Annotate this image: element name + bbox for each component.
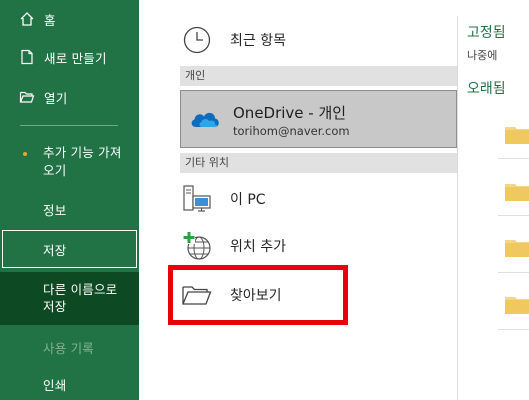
pinned-hint: 나중에 <box>467 49 498 62</box>
nav-new-label: 새로 만들기 <box>44 50 107 66</box>
recent-folders-panel: 고정됨 나중에 오래됨 <box>458 0 529 400</box>
onedrive-cloud-icon <box>189 108 221 134</box>
nav-save-as-label: 다른 이름으로 저장 <box>43 282 118 314</box>
new-document-icon <box>18 48 36 66</box>
older-title: 오래됨 <box>467 81 506 97</box>
location-browse[interactable]: 찾아보기 <box>180 278 282 312</box>
folder-icon[interactable] <box>505 181 529 201</box>
nav-open[interactable]: 열기 <box>0 86 139 108</box>
folder-row-divider <box>498 215 529 216</box>
this-pc-icon <box>180 182 214 216</box>
onedrive-title: OneDrive - 개인 <box>233 104 347 122</box>
location-this-pc[interactable]: 이 PC <box>180 182 266 216</box>
folder-row-divider <box>498 329 529 330</box>
home-icon <box>18 10 36 28</box>
nav-history: 사용 기록 <box>0 336 139 358</box>
nav-save[interactable]: 저장 <box>0 238 139 260</box>
folder-row-divider <box>498 158 529 159</box>
nav-home[interactable]: 홈 <box>0 8 139 30</box>
location-recent[interactable]: 최근 항목 <box>180 23 286 57</box>
folder-icon[interactable] <box>505 237 529 257</box>
nav-save-as[interactable]: 다른 이름으로 저장 <box>0 280 130 316</box>
nav-info[interactable]: 정보 <box>0 198 139 220</box>
location-recent-label: 최근 항목 <box>230 33 286 49</box>
folder-browse-icon <box>180 278 214 312</box>
location-add-place[interactable]: 위치 추가 <box>180 229 286 263</box>
onedrive-account: torihom@naver.com <box>233 124 350 138</box>
location-browse-label: 찾아보기 <box>230 288 282 304</box>
nav-get-addins[interactable]: 추가 기능 가져오기 <box>0 144 128 180</box>
section-other-locations: 기타 위치 <box>180 153 457 173</box>
pinned-title: 고정됨 <box>467 25 506 41</box>
location-onedrive[interactable]: OneDrive - 개인 torihom@naver.com <box>180 90 457 148</box>
section-personal: 개인 <box>180 66 457 86</box>
nav-separator <box>20 125 118 126</box>
nav-print-label: 인쇄 <box>43 377 67 393</box>
folder-icon[interactable] <box>505 294 529 314</box>
nav-open-label: 열기 <box>44 90 68 106</box>
folder-open-icon <box>18 88 36 106</box>
clock-icon <box>180 23 214 57</box>
backstage-nav: 홈 새로 만들기 열기 추가 기능 가져오기 정보 저장 다른 이름으로 저장 … <box>0 0 139 400</box>
save-locations-panel: 최근 항목 개인 OneDrive - 개인 torihom@naver.com… <box>139 0 459 400</box>
folder-icon[interactable] <box>505 124 529 144</box>
nav-print[interactable]: 인쇄 <box>0 373 139 395</box>
nav-new[interactable]: 새로 만들기 <box>0 46 139 68</box>
add-place-globe-icon <box>180 229 214 263</box>
folder-row-divider <box>498 272 529 273</box>
location-this-pc-label: 이 PC <box>230 192 266 208</box>
nav-home-label: 홈 <box>44 12 56 28</box>
nav-info-label: 정보 <box>43 202 67 218</box>
nav-save-label: 저장 <box>43 242 67 258</box>
nav-get-addins-label: 추가 기능 가져오기 <box>43 145 122 178</box>
nav-history-label: 사용 기록 <box>43 340 94 356</box>
location-add-place-label: 위치 추가 <box>230 239 286 255</box>
